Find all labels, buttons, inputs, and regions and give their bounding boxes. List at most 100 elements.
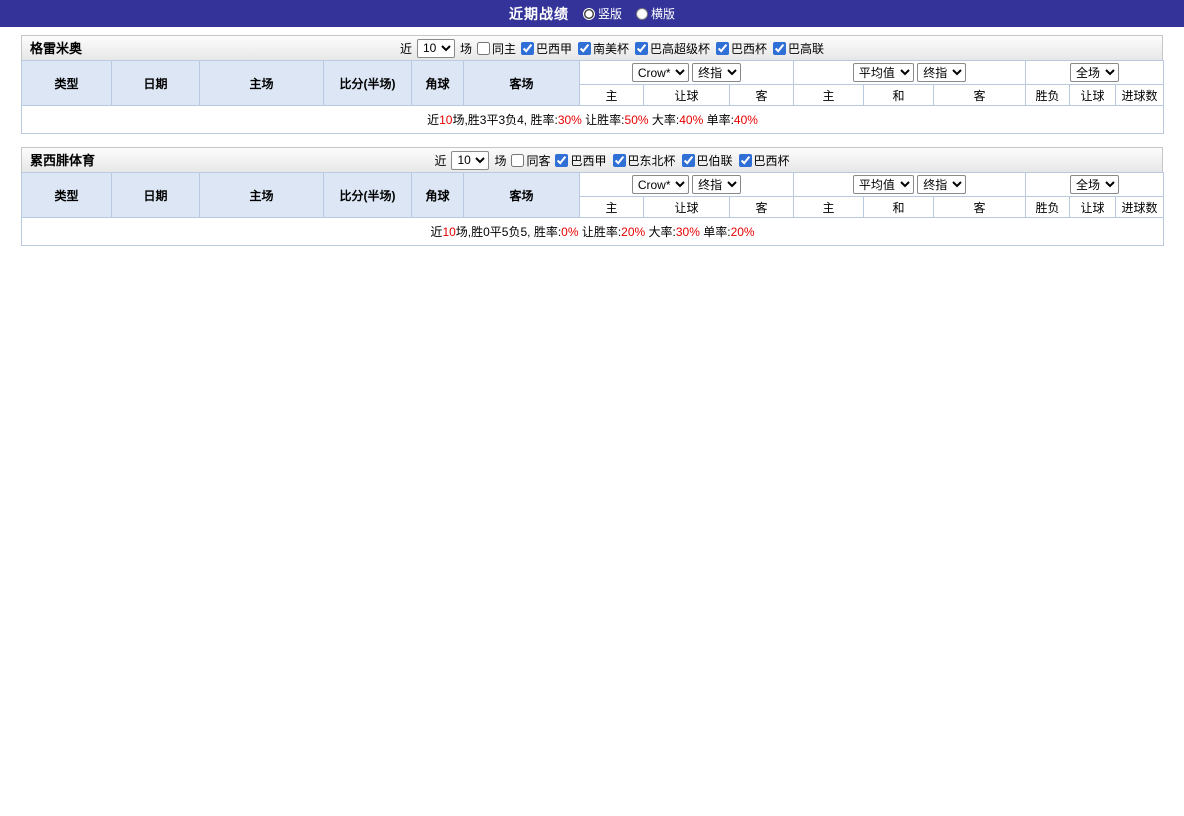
summary-stat-label: 大率: xyxy=(649,113,680,127)
record-summary: 近10场,胜0平5负5, 胜率:0% 让胜率:20% 大率:30% 单率:20% xyxy=(22,218,1164,246)
league-label: 巴西甲 xyxy=(536,40,572,57)
vertical-radio-input[interactable] xyxy=(583,8,595,20)
league-filter[interactable]: 巴东北杯 xyxy=(613,152,676,169)
summary-stat-label: 场,胜3平3负4, 胜率: xyxy=(452,113,557,127)
league-filters: 巴西甲 南美杯 巴高超级杯巴西杯巴高联 xyxy=(521,40,824,57)
col-euro-draw: 和 xyxy=(864,197,934,218)
summary-stat-label: 大率: xyxy=(645,225,676,239)
summary-row: 近10场,胜3平3负4, 胜率:30% 让胜率:50% 大率:40% 单率:40… xyxy=(22,106,1164,134)
asian-stage-select[interactable]: 终指 xyxy=(692,63,741,82)
same-venue-filter[interactable]: 同客 xyxy=(511,152,550,169)
col-euro-home: 主 xyxy=(794,85,864,106)
col-score: 比分(半场) xyxy=(324,61,412,106)
col-euro-home: 主 xyxy=(794,197,864,218)
team-section-sport-recife: 累西腓体育 近 10 场 同客 巴西甲巴东北杯巴伯联巴西杯 xyxy=(21,147,1163,246)
col-corner: 角球 xyxy=(412,61,464,106)
summary-stat-label: 让胜率: xyxy=(579,225,622,239)
col-corner: 角球 xyxy=(412,173,464,218)
asian-stage-select[interactable]: 终指 xyxy=(692,175,741,194)
col-wdl: 胜负 xyxy=(1026,85,1070,106)
summary-stat-value: 30% xyxy=(676,225,700,239)
same-venue-label: 同客 xyxy=(526,152,550,169)
league-checkbox[interactable] xyxy=(521,42,534,55)
bookmaker-select[interactable]: Crow* xyxy=(632,63,689,82)
league-checkbox[interactable] xyxy=(773,42,786,55)
layout-radio-horizontal[interactable]: 横版 xyxy=(636,5,675,22)
average-select[interactable]: 平均值 xyxy=(853,63,914,82)
summary-stat-value: 30% xyxy=(558,113,582,127)
layout-radio-vertical[interactable]: 竖版 xyxy=(583,5,622,22)
league-filter[interactable]: 南美杯 xyxy=(578,40,629,57)
league-filter[interactable]: 巴西甲 xyxy=(555,152,606,169)
col-away: 客场 xyxy=(464,61,580,106)
col-asian-handicap: 让球 xyxy=(644,197,730,218)
league-label: 巴东北杯 xyxy=(628,152,676,169)
summary-stat-label: 近 xyxy=(430,225,442,239)
league-checkbox[interactable] xyxy=(635,42,648,55)
league-checkbox[interactable] xyxy=(716,42,729,55)
euro-stage-select[interactable]: 终指 xyxy=(917,63,966,82)
league-filter[interactable]: 巴高联 xyxy=(773,40,824,57)
euro-stage-select[interactable]: 终指 xyxy=(917,175,966,194)
col-type: 类型 xyxy=(22,173,112,218)
summary-stat-label: 单率: xyxy=(703,113,734,127)
col-home: 主场 xyxy=(200,173,324,218)
asian-odds-selects: Crow* 终指 xyxy=(580,61,794,85)
col-date: 日期 xyxy=(112,173,200,218)
same-venue-filter[interactable]: 同主 xyxy=(477,40,516,57)
filter-bar: 近 10 场 同客 巴西甲 巴东北杯巴伯联 巴西杯 xyxy=(434,151,789,170)
team-section-gremio: 格雷米奥 近 10 场 同主 巴西甲南美杯巴高超级杯巴西杯巴高联 xyxy=(21,35,1163,134)
summary-stat-value: 10 xyxy=(439,113,452,127)
league-label: 南美杯 xyxy=(593,40,629,57)
title-bar: 近期战绩 竖版 横版 xyxy=(0,0,1184,27)
summary-row: 近10场,胜0平5负5, 胜率:0% 让胜率:20% 大率:30% 单率:20% xyxy=(22,218,1164,246)
league-checkbox[interactable] xyxy=(682,154,695,167)
col-handicap-result: 让球 xyxy=(1070,85,1116,106)
league-filters: 巴西甲 巴东北杯巴伯联 巴西杯 xyxy=(555,152,789,169)
league-filter[interactable]: 巴高超级杯 xyxy=(635,40,710,57)
content: 格雷米奥 近 10 场 同主 巴西甲南美杯巴高超级杯巴西杯巴高联 xyxy=(0,27,1184,246)
page-title: 近期战绩 xyxy=(509,4,569,24)
league-filter[interactable]: 巴西杯 xyxy=(716,40,767,57)
bookmaker-select[interactable]: Crow* xyxy=(632,175,689,194)
summary-stat-label: 近 xyxy=(427,113,439,127)
col-handicap-result: 让球 xyxy=(1070,197,1116,218)
league-checkbox[interactable] xyxy=(555,154,568,167)
average-select[interactable]: 平均值 xyxy=(853,175,914,194)
filter-bar: 近 10 场 同主 巴西甲南美杯巴高超级杯巴西杯巴高联 xyxy=(400,39,824,58)
same-venue-label: 同主 xyxy=(492,40,516,57)
league-checkbox[interactable] xyxy=(578,42,591,55)
summary-stat-value: 10 xyxy=(442,225,455,239)
horizontal-radio-input[interactable] xyxy=(636,8,648,20)
summary-stat-value: 40% xyxy=(679,113,703,127)
games-label: 场 xyxy=(494,152,506,169)
col-score: 比分(半场) xyxy=(324,173,412,218)
league-filter[interactable]: 巴西甲 xyxy=(521,40,572,57)
recent-label: 近 xyxy=(434,152,446,169)
col-asian-away: 客 xyxy=(730,197,794,218)
league-filter[interactable]: 巴西杯 xyxy=(739,152,790,169)
scope-select[interactable]: 全场 xyxy=(1070,63,1119,82)
vertical-radio-label: 竖版 xyxy=(598,5,622,22)
same-venue-checkbox[interactable] xyxy=(511,154,524,167)
league-filter[interactable]: 巴伯联 xyxy=(682,152,733,169)
col-asian-handicap: 让球 xyxy=(644,85,730,106)
league-checkbox[interactable] xyxy=(613,154,626,167)
scope-select-cell: 全场 xyxy=(1026,61,1164,85)
col-wdl: 胜负 xyxy=(1026,197,1070,218)
scope-select[interactable]: 全场 xyxy=(1070,175,1119,194)
summary-stat-value: 20% xyxy=(621,225,645,239)
col-euro-away: 客 xyxy=(934,85,1026,106)
col-asian-home: 主 xyxy=(580,85,644,106)
col-asian-away: 客 xyxy=(730,85,794,106)
team-name: 格雷米奥 xyxy=(30,36,82,61)
league-label: 巴高超级杯 xyxy=(650,40,710,57)
col-type: 类型 xyxy=(22,61,112,106)
league-checkbox[interactable] xyxy=(739,154,752,167)
summary-stat-label: 让胜率: xyxy=(582,113,625,127)
same-venue-checkbox[interactable] xyxy=(477,42,490,55)
league-label: 巴西杯 xyxy=(754,152,790,169)
summary-stat-value: 0% xyxy=(561,225,578,239)
recent-count-select[interactable]: 10 xyxy=(417,39,455,58)
recent-count-select[interactable]: 10 xyxy=(451,151,489,170)
